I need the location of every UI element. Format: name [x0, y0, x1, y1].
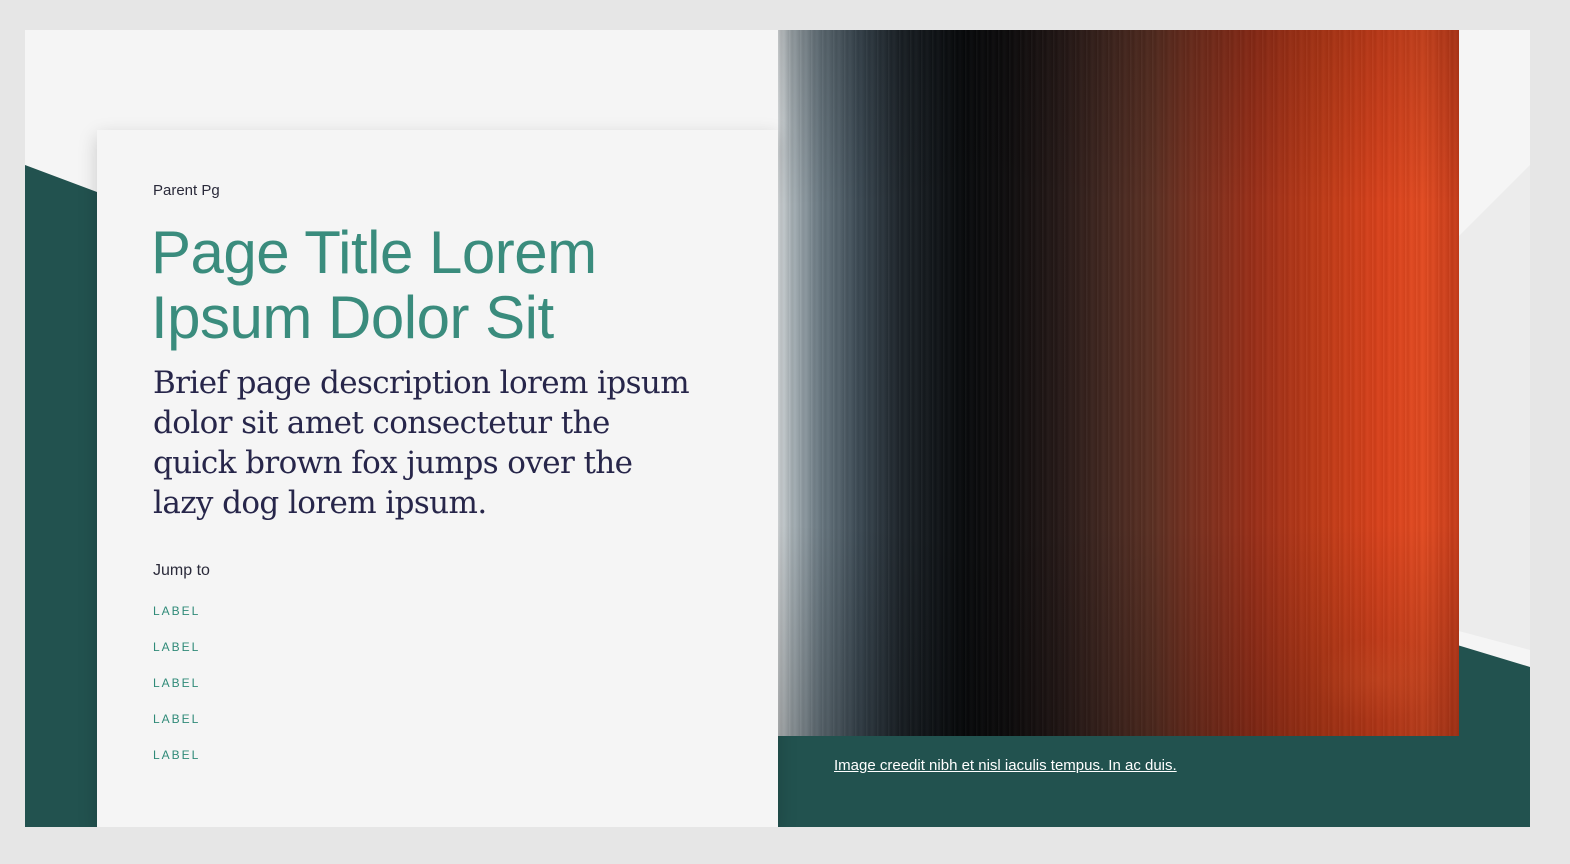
jump-link-3[interactable]: LABEL	[153, 676, 200, 690]
content-card: Parent Pg Page Title Lorem Ipsum Dolor S…	[97, 130, 778, 827]
jump-link-1[interactable]: LABEL	[153, 604, 200, 618]
breadcrumb-parent-link[interactable]: Parent Pg	[153, 182, 220, 199]
page-title: Page Title Lorem Ipsum Dolor Sit	[151, 219, 597, 351]
jump-link-4[interactable]: LABEL	[153, 712, 200, 726]
page-description: Brief page description lorem ipsum dolor…	[153, 365, 690, 521]
jump-to-item: LABEL	[153, 638, 200, 674]
hero-section: Image creedit nibh et nisl iaculis tempu…	[25, 30, 1530, 827]
jump-link-5[interactable]: LABEL	[153, 748, 200, 762]
jump-to-item: LABEL	[153, 674, 200, 710]
jump-to-item: LABEL	[153, 746, 200, 782]
jump-to-item: LABEL	[153, 602, 200, 638]
jump-to-label: Jump to	[153, 562, 210, 579]
background-light-triangle	[1455, 165, 1530, 650]
jump-link-2[interactable]: LABEL	[153, 640, 200, 654]
image-credit-link[interactable]: Image creedit nibh et nisl iaculis tempu…	[834, 757, 1177, 774]
jump-to-list: LABEL LABEL LABEL LABEL LABEL	[153, 602, 200, 782]
hero-image	[778, 30, 1459, 736]
jump-to-item: LABEL	[153, 710, 200, 746]
